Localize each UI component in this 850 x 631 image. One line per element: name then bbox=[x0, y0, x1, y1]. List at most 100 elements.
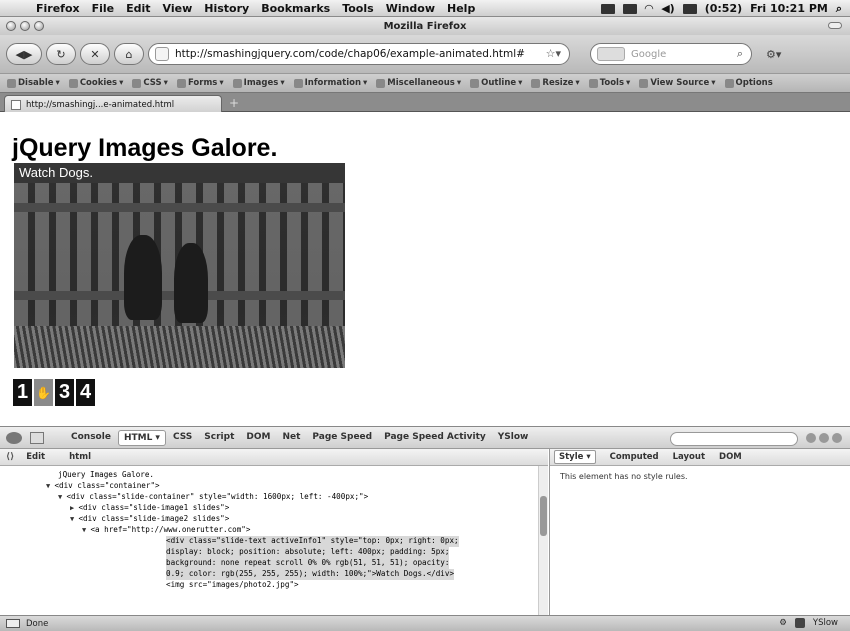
addon-menu-icon[interactable]: ⚙▾ bbox=[766, 48, 781, 61]
wifi-icon[interactable]: ◠ bbox=[645, 2, 653, 15]
html-tree-node[interactable]: <img src="images/photo2.jpg"> bbox=[166, 580, 299, 591]
node-markup: <a href="http://www.onerutter.com"> bbox=[90, 525, 251, 534]
stop-button[interactable]: ✕ bbox=[80, 43, 110, 65]
menu-window[interactable]: Window bbox=[380, 2, 441, 15]
scrollbar-thumb[interactable] bbox=[540, 496, 547, 536]
menu-help[interactable]: Help bbox=[441, 2, 481, 15]
menu-edit[interactable]: Edit bbox=[120, 2, 156, 15]
pager-button-1[interactable]: 1 bbox=[13, 379, 32, 406]
new-tab-button[interactable]: + bbox=[226, 96, 242, 110]
yslow-label[interactable]: YSlow bbox=[813, 618, 838, 628]
devbar-label: Images bbox=[243, 78, 279, 88]
pager-button-2[interactable]: ✋ bbox=[34, 379, 53, 406]
fb-tab-yslow[interactable]: YSlow bbox=[493, 430, 534, 446]
pager-button-4[interactable]: 4 bbox=[76, 379, 95, 406]
devbar-resize[interactable]: Resize ▾ bbox=[528, 78, 582, 88]
menu-tools[interactable]: Tools bbox=[336, 2, 379, 15]
firebug-status-icon[interactable] bbox=[6, 619, 20, 628]
menu-view[interactable]: View bbox=[157, 2, 199, 15]
zoom-window-icon[interactable] bbox=[34, 21, 44, 31]
menu-app-firefox[interactable]: Firefox bbox=[30, 2, 86, 15]
devbar-tools[interactable]: Tools ▾ bbox=[586, 78, 634, 88]
minimize-window-icon[interactable] bbox=[20, 21, 30, 31]
fb-tab-console[interactable]: Console bbox=[66, 430, 116, 446]
html-tree-node-selected[interactable]: 0.9; color: rgb(255, 255, 255); width: 1… bbox=[166, 569, 455, 580]
devbar-cookies[interactable]: Cookies ▾ bbox=[66, 78, 127, 88]
fb-detach-icon[interactable] bbox=[819, 433, 829, 443]
html-tree-text[interactable]: jQuery Images Galore. bbox=[58, 470, 154, 481]
devbar-miscellaneous[interactable]: Miscellaneous ▾ bbox=[373, 78, 464, 88]
devbar-options[interactable]: Options bbox=[722, 78, 776, 88]
pager-button-3[interactable]: 3 bbox=[55, 379, 74, 406]
side-tab-computed[interactable]: Computed bbox=[610, 452, 659, 462]
home-button[interactable]: ⌂ bbox=[114, 43, 144, 65]
toolbar-toggle-icon[interactable] bbox=[828, 22, 842, 29]
devbar-view-source[interactable]: View Source ▾ bbox=[636, 78, 718, 88]
fb-tab-html[interactable]: HTML ▾ bbox=[117, 429, 166, 446]
side-tab-layout[interactable]: Layout bbox=[673, 452, 705, 462]
inspect-element-icon[interactable] bbox=[30, 431, 44, 444]
yslow-icon[interactable] bbox=[794, 618, 805, 628]
battery-icon[interactable] bbox=[682, 3, 697, 14]
site-identity-icon[interactable] bbox=[155, 47, 169, 61]
url-bar[interactable]: http://smashingjquery.com/code/chap06/ex… bbox=[148, 43, 570, 65]
fb-tab-net[interactable]: Net bbox=[277, 430, 305, 446]
html-tree-node[interactable]: ▼ <a href="http://www.onerutter.com"> bbox=[82, 525, 250, 536]
firebug-search-input[interactable] bbox=[670, 432, 798, 446]
clock[interactable]: Fri 10:21 PM bbox=[750, 2, 828, 15]
firebug-html-scrollbar[interactable] bbox=[538, 466, 548, 615]
devbar-images[interactable]: Images ▾ bbox=[230, 78, 288, 88]
bookmark-star-icon[interactable]: ☆▾ bbox=[546, 47, 561, 60]
fb-tab-dom[interactable]: DOM bbox=[241, 430, 275, 446]
tab-current[interactable]: http://smashingj...e-animated.html bbox=[4, 95, 222, 113]
tab-label: http://smashingj...e-animated.html bbox=[26, 99, 175, 110]
side-tab-dom[interactable]: DOM bbox=[719, 452, 742, 462]
devbar-label: Resize bbox=[542, 78, 574, 88]
fb-tab-script[interactable]: Script bbox=[199, 430, 239, 446]
menu-history[interactable]: History bbox=[198, 2, 255, 15]
fb-tab-page-speed-activity[interactable]: Page Speed Activity bbox=[379, 430, 491, 446]
devbar-forms[interactable]: Forms ▾ bbox=[174, 78, 227, 88]
css-icon bbox=[132, 78, 142, 88]
fb-breadcrumb-html[interactable]: html bbox=[69, 452, 91, 462]
spotlight-icon[interactable]: ⌕ bbox=[836, 2, 842, 16]
html-tree-node[interactable]: ▼ <div class="container"> bbox=[46, 481, 160, 492]
devbar-disable[interactable]: Disable ▾ bbox=[4, 78, 63, 88]
html-tree-node[interactable]: ▶ <div class="slide-image1 slides"> bbox=[70, 503, 229, 514]
firebug-bug-icon[interactable] bbox=[6, 431, 22, 444]
side-tab-style[interactable]: Style ▾ bbox=[554, 450, 596, 464]
firebug-html-tree: jQuery Images Galore. ▼ <div class="cont… bbox=[0, 466, 538, 615]
close-window-icon[interactable] bbox=[6, 21, 16, 31]
html-tree-node-selected[interactable]: display: block; position: absolute; left… bbox=[166, 547, 450, 558]
slide-image[interactable]: Watch Dogs. bbox=[14, 163, 345, 368]
menubar-extra-icon[interactable] bbox=[600, 3, 615, 14]
devbar-outline[interactable]: Outline ▾ bbox=[467, 78, 525, 88]
search-engine-icon[interactable] bbox=[597, 47, 625, 61]
search-icon[interactable]: ⌕ bbox=[737, 47, 743, 61]
devbar-information[interactable]: Information ▾ bbox=[291, 78, 371, 88]
search-bar[interactable]: Google ⌕ bbox=[590, 43, 752, 65]
fb-edit-button[interactable]: Edit bbox=[26, 452, 45, 462]
fb-tab-css[interactable]: CSS bbox=[168, 430, 197, 446]
html-tree-node-selected[interactable]: <div class="slide-text activeInfo1" styl… bbox=[166, 536, 459, 547]
reload-button[interactable]: ↻ bbox=[46, 43, 76, 65]
menu-file[interactable]: File bbox=[86, 2, 121, 15]
devbar-css[interactable]: CSS ▾ bbox=[129, 78, 171, 88]
fb-tab-page-speed[interactable]: Page Speed bbox=[307, 430, 377, 446]
side-panel-tabs: Style ▾ Computed Layout DOM bbox=[550, 449, 850, 466]
fence-rail bbox=[14, 203, 345, 212]
display-icon[interactable] bbox=[622, 3, 637, 14]
fb-close-icon[interactable] bbox=[832, 433, 842, 443]
fb-minimize-icon[interactable] bbox=[806, 433, 816, 443]
back-forward-button[interactable]: ◀▶ bbox=[6, 43, 42, 65]
status-right: ⚙ YSlow bbox=[779, 618, 838, 628]
url-text: http://smashingjquery.com/code/chap06/ex… bbox=[175, 48, 525, 60]
addon-status-icon[interactable]: ⚙ bbox=[779, 618, 787, 628]
volume-icon[interactable]: ◀) bbox=[661, 2, 675, 15]
html-tree-node[interactable]: ▼ <div class="slide-image2 slides"> bbox=[70, 514, 229, 525]
menu-bookmarks[interactable]: Bookmarks bbox=[255, 2, 336, 15]
fb-nav-arrows-icon[interactable]: ⟨⟩ bbox=[6, 452, 14, 462]
html-tree-node[interactable]: ▼ <div class="slide-container" style="wi… bbox=[58, 492, 368, 503]
html-tree-node-selected[interactable]: background: none repeat scroll 0% 0% rgb… bbox=[166, 558, 450, 569]
slide-caption[interactable]: Watch Dogs. bbox=[14, 163, 345, 183]
